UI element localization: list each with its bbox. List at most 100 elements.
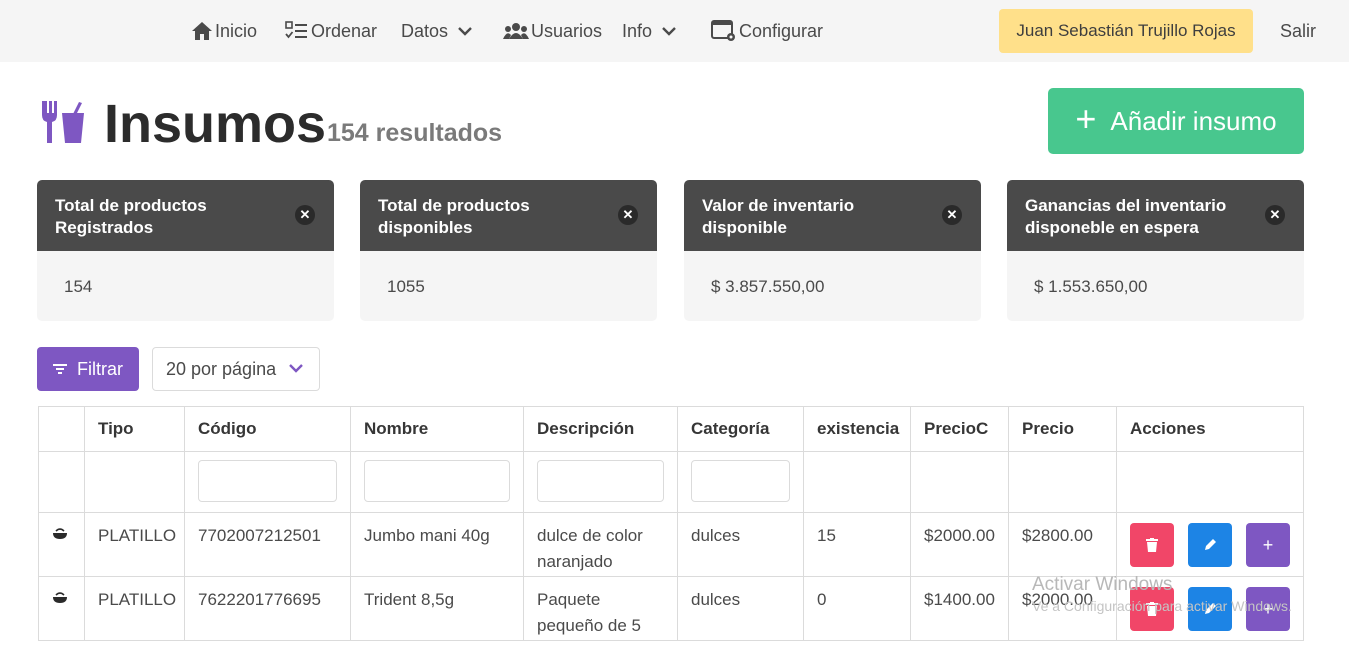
nav-info-dropdown[interactable]: Info <box>622 0 678 62</box>
codigo-filter-input[interactable] <box>198 460 337 502</box>
row-actions: + <box>1130 523 1290 567</box>
stat-card-value: $ 3.857.550,00 <box>711 277 825 296</box>
stat-card-title: Valor de inventario disponible <box>702 196 855 237</box>
dish-icon <box>53 528 67 539</box>
per-page-select[interactable]: 20 por página <box>152 347 320 391</box>
column-header-nombre[interactable]: Nombre <box>350 406 524 452</box>
categoria-filter-input[interactable] <box>691 460 790 502</box>
trash-icon <box>1146 602 1158 616</box>
utensils-drink-icon <box>42 101 84 143</box>
row-actions: + <box>1130 587 1290 631</box>
users-icon <box>503 23 529 39</box>
table-row: PLATILLO 7702007212501 Jumbo mani 40g du… <box>38 512 1304 577</box>
settings-window-icon <box>711 20 735 41</box>
nav-inicio-label: Inicio <box>215 20 258 41</box>
cell-codigo: 7622201776695 <box>184 576 351 641</box>
stat-card-value: 1055 <box>387 277 425 296</box>
cell-existencia: 15 <box>803 512 911 577</box>
delete-button[interactable] <box>1130 523 1174 567</box>
logout-link[interactable]: Salir <box>1280 0 1316 62</box>
stat-card-value: 154 <box>64 277 93 296</box>
stat-card-title: Total de productos Registrados <box>55 196 207 237</box>
checklist-icon <box>285 21 307 39</box>
dish-icon <box>53 592 67 603</box>
edit-button[interactable] <box>1188 523 1232 567</box>
descripcion-filter-input[interactable] <box>537 460 664 502</box>
table-row: PLATILLO 7622201776695 Trident 8,5g Paqu… <box>38 576 1304 641</box>
per-page-value: 20 por página <box>166 358 277 379</box>
table-filter-row <box>38 451 1304 513</box>
column-header-precioc[interactable]: PrecioC <box>910 406 1009 452</box>
nav-ordenar[interactable]: Ordenar <box>285 0 377 62</box>
stat-card-valor-inventario: Valor de inventario disponible ✕ $ 3.857… <box>684 180 981 321</box>
user-name-button[interactable]: Juan Sebastián Trujillo Rojas <box>999 9 1253 53</box>
nav-inicio[interactable]: Inicio <box>191 0 257 62</box>
pencil-icon <box>1205 603 1216 614</box>
home-icon <box>192 22 212 40</box>
edit-button[interactable] <box>1188 587 1232 631</box>
column-header-acciones: Acciones <box>1116 406 1304 452</box>
table-header-row: Tipo Código Nombre Descripción Categoría… <box>38 406 1304 452</box>
pencil-icon <box>1205 539 1216 550</box>
stat-card-ganancias: Ganancias del inventario disponeble en e… <box>1007 180 1304 321</box>
cell-tipo: PLATILLO <box>84 512 185 577</box>
add-insumo-label: Añadir insumo <box>1110 105 1277 136</box>
column-header-categoria[interactable]: Categoría <box>677 406 804 452</box>
add-insumo-button[interactable]: + Añadir insumo <box>1048 88 1304 154</box>
nav-usuarios[interactable]: Usuarios <box>503 0 602 62</box>
column-header <box>38 406 85 452</box>
stat-card-header: Valor de inventario disponible ✕ <box>684 180 981 251</box>
column-header-tipo[interactable]: Tipo <box>84 406 185 452</box>
nav-usuarios-label: Usuarios <box>531 20 603 41</box>
column-header-precio[interactable]: Precio <box>1008 406 1117 452</box>
close-icon[interactable]: ✕ <box>942 205 962 225</box>
cell-descripcion: Paquete pequeño de 5 <box>523 576 678 641</box>
cell-precioc: $2000.00 <box>910 512 1009 577</box>
filter-icon <box>53 364 67 374</box>
page-title: Insumos <box>104 94 327 154</box>
stat-card-title: Ganancias del inventario disponeble en e… <box>1025 196 1227 237</box>
cell-categoria: dulces <box>677 512 804 577</box>
nav-datos-label: Datos <box>401 20 449 41</box>
filter-label: Filtrar <box>77 358 123 379</box>
chevron-down-icon <box>289 364 303 373</box>
cell-precio: $2000.00 <box>1008 576 1117 641</box>
chevron-down-icon <box>662 27 676 36</box>
cell-categoria: dulces <box>677 576 804 641</box>
nav-configurar[interactable]: Configurar <box>711 0 823 62</box>
column-header-codigo[interactable]: Código <box>184 406 351 452</box>
nombre-filter-input[interactable] <box>364 460 510 502</box>
nav-ordenar-label: Ordenar <box>311 20 378 41</box>
insumos-table: Tipo Código Nombre Descripción Categoría… <box>38 406 1304 641</box>
cell-descripcion: dulce de color naranjado <box>523 512 678 577</box>
plus-icon: + <box>1075 98 1097 139</box>
column-header-descripcion[interactable]: Descripción <box>523 406 678 452</box>
stat-card-header: Total de productos disponibles ✕ <box>360 180 657 251</box>
cell-existencia: 0 <box>803 576 911 641</box>
nav-configurar-label: Configurar <box>739 20 824 41</box>
close-icon[interactable]: ✕ <box>1265 205 1285 225</box>
nav-info-label: Info <box>622 20 653 41</box>
add-stock-button[interactable]: + <box>1246 523 1290 567</box>
trash-icon <box>1146 538 1158 552</box>
plus-icon: + <box>1262 599 1274 619</box>
add-stock-button[interactable]: + <box>1246 587 1290 631</box>
chevron-down-icon <box>458 27 472 36</box>
cell-tipo: PLATILLO <box>84 576 185 641</box>
cell-codigo: 7702007212501 <box>184 512 351 577</box>
filter-button[interactable]: Filtrar <box>37 347 139 391</box>
top-navbar: Inicio Ordenar Datos Usuarios Info Confi… <box>0 0 1349 62</box>
stat-card-disponibles: Total de productos disponibles ✕ 1055 <box>360 180 657 321</box>
stat-card-registrados: Total de productos Registrados ✕ 154 <box>37 180 334 321</box>
stat-card-header: Ganancias del inventario disponeble en e… <box>1007 180 1304 251</box>
nav-datos-dropdown[interactable]: Datos <box>401 0 474 62</box>
result-count: 154 resultados <box>327 119 503 147</box>
delete-button[interactable] <box>1130 587 1174 631</box>
close-icon[interactable]: ✕ <box>295 205 315 225</box>
cell-precioc: $1400.00 <box>910 576 1009 641</box>
close-icon[interactable]: ✕ <box>618 205 638 225</box>
column-header-existencia[interactable]: existencia <box>803 406 911 452</box>
stat-card-title: Total de productos disponibles <box>378 196 530 237</box>
stat-card-header: Total de productos Registrados ✕ <box>37 180 334 251</box>
cell-nombre: Trident 8,5g <box>350 576 524 641</box>
